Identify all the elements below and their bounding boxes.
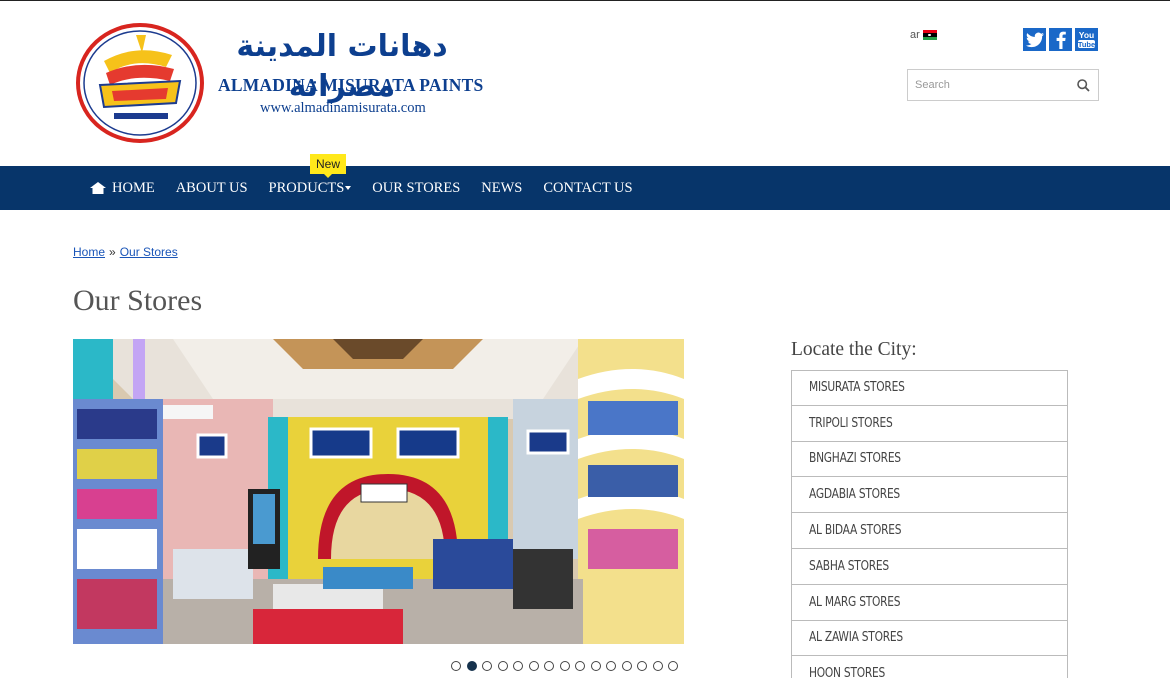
language-switch[interactable]: ar: [910, 29, 937, 41]
home-icon: [90, 182, 106, 194]
city-item[interactable]: HOON STORES: [791, 656, 1068, 678]
breadcrumb-home-link[interactable]: Home: [73, 245, 105, 259]
city-item-label[interactable]: TRIPOLI STORES: [809, 416, 893, 431]
slider-dot[interactable]: [513, 661, 523, 671]
nav-item-home[interactable]: HOME: [90, 180, 155, 197]
new-badge: New: [310, 154, 346, 178]
breadcrumb-current-link[interactable]: Our Stores: [120, 245, 178, 259]
nav-label-our-stores[interactable]: OUR STORES: [372, 180, 460, 197]
slider-dot[interactable]: [668, 661, 678, 671]
brand-website-url: www.almadinamisurata.com: [260, 100, 426, 116]
nav-item-our-stores[interactable]: OUR STORES: [372, 180, 460, 197]
brand-logo-emblem[interactable]: [76, 23, 204, 143]
libya-flag-icon[interactable]: [922, 30, 937, 40]
youtube-icon[interactable]: You Tube: [1075, 28, 1098, 51]
slider-dot[interactable]: [544, 661, 554, 671]
nav-item-about[interactable]: ABOUT US: [176, 180, 248, 197]
slider-dot[interactable]: [497, 661, 508, 671]
city-item-label[interactable]: BNGHAZI STORES: [809, 451, 901, 466]
twitter-icon[interactable]: [1023, 28, 1046, 51]
city-item[interactable]: TRIPOLI STORES: [791, 405, 1068, 442]
slider-dot[interactable]: [466, 661, 477, 671]
facebook-icon[interactable]: [1049, 28, 1072, 51]
city-item[interactable]: MISURATA STORES: [791, 370, 1068, 406]
slider-dot[interactable]: [606, 661, 616, 671]
search-input[interactable]: [908, 70, 1068, 100]
city-item-label[interactable]: AL ZAWIA STORES: [809, 630, 903, 645]
city-item[interactable]: AL BIDAA STORES: [791, 513, 1068, 549]
city-item-label[interactable]: SABHA STORES: [809, 559, 889, 574]
nav-label-home[interactable]: HOME: [112, 180, 155, 197]
slider-dot[interactable]: [590, 661, 601, 671]
city-item[interactable]: BNGHAZI STORES: [791, 441, 1068, 478]
site-header: دهانات المدينة مصراتة ALMADINA MISURATA …: [0, 1, 1170, 166]
svg-text:You: You: [1079, 30, 1094, 40]
city-item-label[interactable]: AGDABIA STORES: [809, 487, 900, 502]
nav-label-contact[interactable]: CONTACT US: [543, 180, 632, 197]
page-title: Our Stores: [73, 284, 203, 317]
slider-dot[interactable]: [528, 661, 539, 671]
store-interior-photo: [73, 339, 684, 644]
city-item[interactable]: SABHA STORES: [791, 548, 1068, 585]
city-item-label[interactable]: HOON STORES: [809, 666, 885, 678]
language-label[interactable]: ar: [910, 29, 920, 41]
city-item[interactable]: AL ZAWIA STORES: [791, 620, 1068, 657]
city-item[interactable]: AL MARG STORES: [791, 584, 1068, 621]
nav-label-about[interactable]: ABOUT US: [176, 180, 248, 197]
search-icon[interactable]: [1076, 78, 1090, 92]
social-links: You Tube: [1023, 28, 1098, 51]
nav-item-contact[interactable]: CONTACT US: [543, 180, 632, 197]
slider-pagination: [451, 661, 678, 671]
city-list: MISURATA STORES TRIPOLI STORES BNGHAZI STO…: [791, 370, 1068, 678]
city-item[interactable]: AGDABIA STORES: [791, 477, 1068, 514]
slider-dot[interactable]: [482, 661, 492, 671]
breadcrumb-separator: »: [109, 245, 116, 259]
chevron-down-icon[interactable]: [345, 186, 352, 190]
nav-item-products[interactable]: PRODUCTS: [269, 180, 352, 197]
brand-name-english: ALMADINA MISURATA PAINTS: [218, 75, 484, 95]
slider-dot[interactable]: [559, 661, 570, 671]
city-item-label[interactable]: MISURATA STORES: [809, 380, 905, 395]
main-nav: HOME ABOUT US PRODUCTS OUR STORES NEWS C…: [0, 166, 1170, 210]
city-item-label[interactable]: AL MARG STORES: [809, 595, 901, 610]
nav-item-news[interactable]: NEWS: [481, 180, 522, 197]
slider-dot[interactable]: [637, 661, 647, 671]
nav-label-news[interactable]: NEWS: [481, 180, 522, 197]
nav-label-products[interactable]: PRODUCTS: [269, 180, 345, 197]
locate-city-heading: Locate the City:: [791, 339, 917, 360]
store-photo-slider[interactable]: [73, 339, 684, 644]
slider-dot[interactable]: [575, 661, 585, 671]
search-button[interactable]: [1068, 70, 1098, 100]
svg-text:Tube: Tube: [1078, 40, 1095, 49]
slider-dot[interactable]: [451, 661, 461, 671]
city-item-label[interactable]: AL BIDAA STORES: [809, 523, 902, 538]
slider-dot[interactable]: [652, 661, 663, 671]
brand-name-arabic: دهانات المدينة مصراتة: [236, 29, 448, 104]
slider-dot[interactable]: [621, 661, 632, 671]
breadcrumb: Home » Our Stores: [73, 245, 178, 259]
search-box: [907, 69, 1099, 101]
